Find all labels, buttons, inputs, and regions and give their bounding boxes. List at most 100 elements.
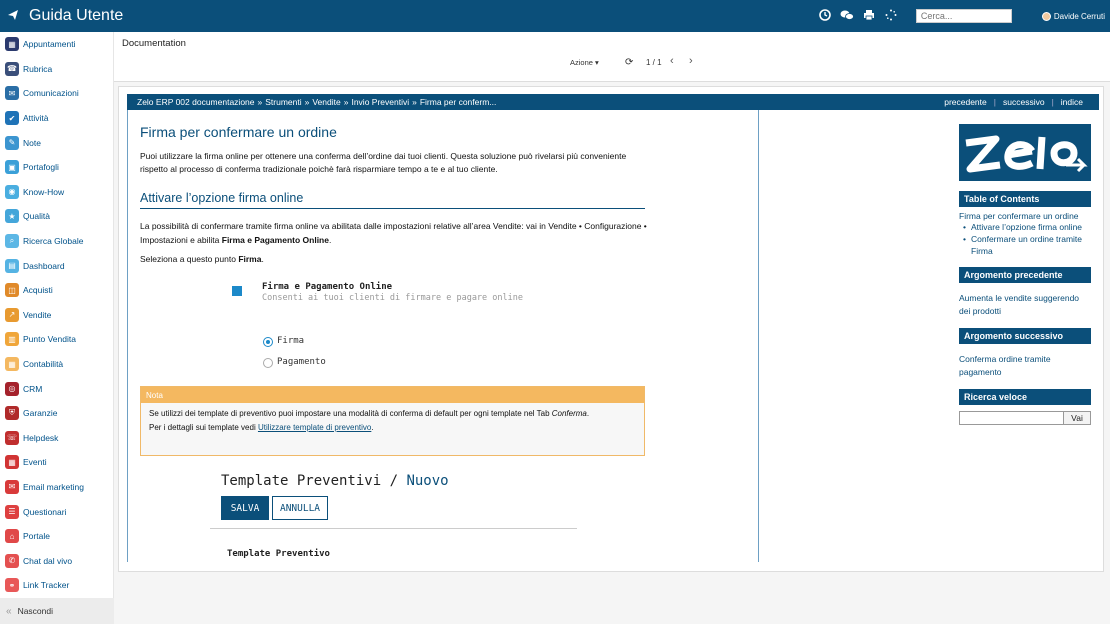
- quick-search-input[interactable]: [959, 411, 1064, 425]
- sidebar-item-label: Punto Vendita: [23, 334, 76, 345]
- period: .: [328, 235, 332, 245]
- sidebar-item[interactable]: ⌕ Ricerca Globale: [0, 229, 113, 254]
- period: .: [261, 254, 264, 264]
- sidebar-item-label: Qualità: [23, 211, 50, 222]
- setting-screenshot: Firma e Pagamento Online Consenti ai tuo…: [232, 280, 562, 370]
- chat-icon[interactable]: [836, 9, 858, 24]
- sidebar-item[interactable]: ▤ Dashboard: [0, 253, 113, 278]
- sidebar-item[interactable]: ▦ Contabilità: [0, 352, 113, 377]
- folder-icon: ▣: [5, 160, 19, 175]
- search-icon: ⌕: [5, 234, 19, 249]
- toc-main-link[interactable]: Firma per confermare un ordine: [959, 210, 1091, 222]
- doc-breadcrumb-item[interactable]: Firma per conferm...: [420, 97, 497, 107]
- app-logo-icon[interactable]: [7, 9, 29, 24]
- doc-index-link[interactable]: indice: [1054, 97, 1090, 107]
- dashboard-icon: ▤: [5, 258, 19, 273]
- doc-breadcrumb-item[interactable]: Invio Preventivi: [351, 97, 409, 107]
- message-icon: ✉: [5, 86, 19, 101]
- sales-icon: ↗: [5, 307, 19, 322]
- print-icon[interactable]: [858, 9, 880, 24]
- sidebar-item[interactable]: ✔ Attività: [0, 106, 113, 131]
- action-dropdown[interactable]: Azione ▾: [570, 58, 599, 67]
- sidebar-item-label: Portale: [23, 531, 50, 542]
- note-header: Nota: [141, 387, 644, 403]
- template-title: Template Preventivi / Nuovo: [221, 473, 449, 489]
- crm-icon: ◎: [5, 381, 19, 396]
- activity-icon[interactable]: [814, 8, 836, 24]
- enable-text: La possibilità di confermare tramite fir…: [140, 221, 647, 245]
- next-topic-link[interactable]: Conferma ordine tramite pagamento: [959, 353, 1091, 379]
- sidebar-item-label: Comunicazioni: [23, 88, 79, 99]
- avatar: [1041, 11, 1051, 21]
- breadcrumb-separator: »: [412, 97, 417, 107]
- sidebar-item-label: Dashboard: [23, 260, 65, 271]
- radio-firma[interactable]: [263, 337, 273, 347]
- sidebar-item-label: Questionari: [23, 506, 67, 517]
- sidebar-item-label: CRM: [23, 383, 43, 394]
- select-paragraph: Seleziona a questo punto Firma.: [140, 254, 264, 264]
- livechat-icon: ✆: [5, 553, 19, 568]
- sidebar-item[interactable]: ☏ Helpdesk: [0, 426, 113, 451]
- signature-payment-checkbox[interactable]: [232, 286, 242, 296]
- cancel-button[interactable]: ANNULLA: [272, 496, 328, 520]
- sidebar-item[interactable]: ✆ Chat dal vivo: [0, 548, 113, 573]
- period: .: [371, 423, 374, 432]
- top-bar: Guida Utente Davide Cerruti: [0, 0, 1110, 32]
- tasks-icon: ✔: [5, 111, 19, 126]
- refresh-icon[interactable]: ⟳: [625, 57, 633, 68]
- sidebar-item[interactable]: ◫ Acquisti: [0, 278, 113, 303]
- toc-item[interactable]: Confermare un ordine tramite Firma: [963, 234, 1091, 257]
- doc-prev-link[interactable]: precedente: [937, 97, 994, 107]
- brain-icon: ◉: [5, 184, 19, 199]
- pager-value: 1 / 1: [646, 58, 662, 67]
- save-button[interactable]: SALVA: [221, 496, 269, 520]
- sidebar-item[interactable]: ★ Qualità: [0, 204, 113, 229]
- toc-header: Table of Contents: [959, 191, 1091, 207]
- sidebar-hide-button[interactable]: « Nascondi: [0, 598, 114, 624]
- doc-breadcrumb-item[interactable]: Vendite: [312, 97, 340, 107]
- setting-subtitle: Consenti ai tuoi clienti di firmare e pa…: [262, 293, 523, 303]
- user-menu[interactable]: Davide Cerruti: [1041, 11, 1105, 21]
- right-rail: Table of Contents Firma per confermare u…: [959, 124, 1091, 425]
- control-panel: Documentation Azione ▾ ⟳ 1 / 1 ‹ ›: [114, 32, 1110, 82]
- intro-paragraph: Puoi utilizzare la firma online per otte…: [140, 151, 627, 174]
- sidebar-item[interactable]: ⚭ Link Tracker: [0, 573, 113, 598]
- prev-topic-link[interactable]: Aumenta le vendite suggerendo dei prodot…: [959, 292, 1091, 318]
- sidebar-item[interactable]: ▥ Punto Vendita: [0, 327, 113, 352]
- doc-next-link[interactable]: successivo: [996, 97, 1052, 107]
- breadcrumb[interactable]: Documentation: [122, 38, 186, 49]
- sidebar-item[interactable]: ✎ Note: [0, 130, 113, 155]
- template-link[interactable]: Utilizzare template di preventivo: [258, 423, 371, 432]
- sidebar-item[interactable]: ⛨ Garanzie: [0, 401, 113, 426]
- sidebar-item-label: Note: [23, 137, 41, 148]
- sidebar-item[interactable]: ☎ Rubrica: [0, 57, 113, 82]
- sidebar-item[interactable]: ◉ Know-How: [0, 180, 113, 205]
- sidebar-item[interactable]: ☰ Questionari: [0, 499, 113, 524]
- sidebar-item[interactable]: ▣ Portafogli: [0, 155, 113, 180]
- pager-next-button[interactable]: ›: [689, 55, 693, 67]
- sidebar-item[interactable]: ⌂ Portale: [0, 524, 113, 549]
- radio-pagamento[interactable]: [263, 358, 273, 368]
- template-title-text: Template Preventivi /: [221, 473, 399, 489]
- sidebar-item[interactable]: ↗ Vendite: [0, 303, 113, 328]
- radio-pagamento-label: Pagamento: [277, 357, 326, 367]
- global-search-input[interactable]: [915, 9, 1012, 23]
- setting-title: Firma e Pagamento Online: [262, 282, 393, 292]
- doc-breadcrumb-item[interactable]: Zelo ERP 002 documentazione: [137, 97, 255, 107]
- sidebar-item[interactable]: ◎ CRM: [0, 376, 113, 401]
- doc-breadcrumb-item[interactable]: Strumenti: [265, 97, 301, 107]
- sidebar-item[interactable]: ✉ Email marketing: [0, 475, 113, 500]
- sidebar-item-label: Contabilità: [23, 359, 64, 370]
- pager-prev-button[interactable]: ‹: [670, 55, 674, 67]
- note-text: Se utilizzi dei template di preventivo p…: [149, 409, 552, 418]
- toc-item[interactable]: Attivare l’opzione firma online: [963, 222, 1091, 234]
- quick-search-button[interactable]: Vai: [1064, 411, 1091, 425]
- sidebar-item[interactable]: ▦ Appuntamenti: [0, 32, 113, 57]
- sidebar-item-label: Eventi: [23, 457, 47, 468]
- note-tab-name: Conferma: [551, 409, 587, 418]
- user-name: Davide Cerruti: [1053, 11, 1105, 21]
- sidebar-item[interactable]: ▦ Eventi: [0, 450, 113, 475]
- sidebar-item[interactable]: ✉ Comunicazioni: [0, 81, 113, 106]
- template-screenshot: Template Preventivi / Nuovo SALVA ANNULL…: [210, 463, 577, 562]
- portal-icon: ⌂: [5, 529, 19, 544]
